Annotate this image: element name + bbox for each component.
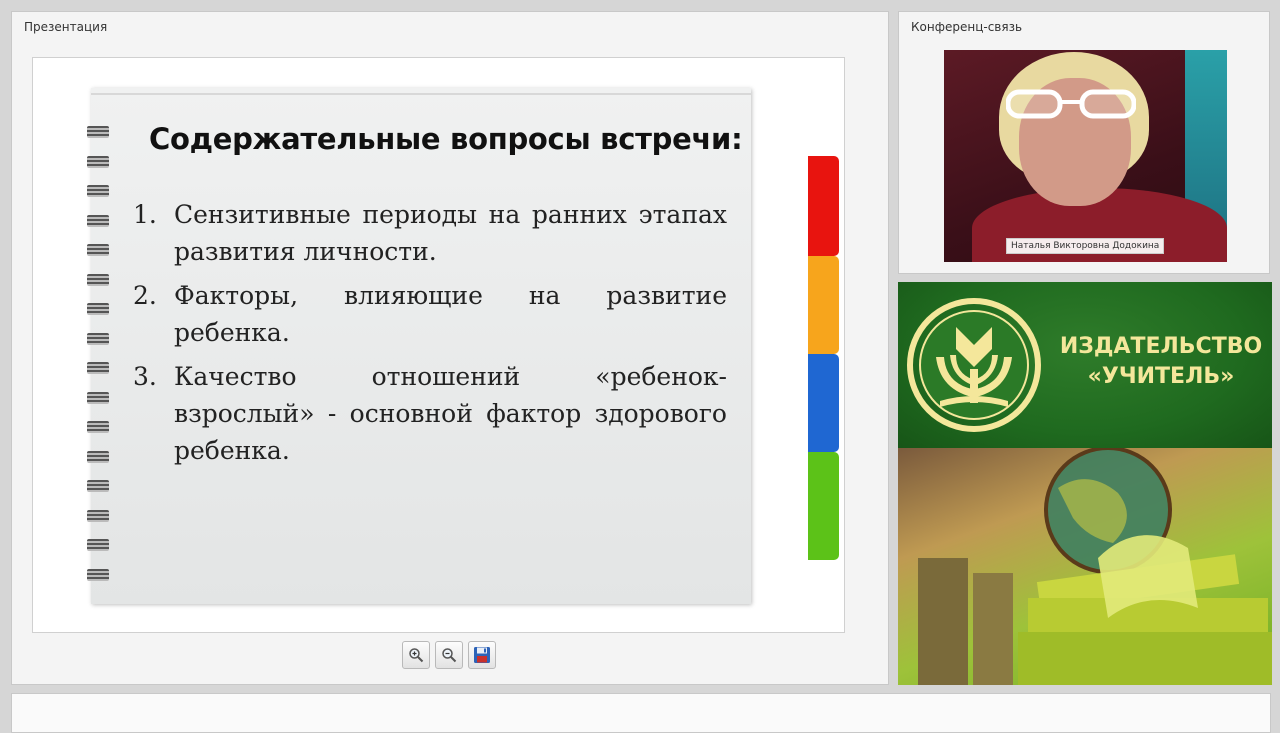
notebook-tab-orange — [808, 256, 839, 354]
publisher-photo — [898, 446, 1272, 685]
publisher-name: ИЗДАТЕЛЬСТВО «УЧИТЕЛЬ» — [1056, 332, 1266, 392]
spiral-ring — [87, 391, 109, 404]
list-number: 3. — [133, 362, 157, 391]
notebook-tab-red — [808, 156, 839, 256]
slide-title: Содержательные вопросы встречи: — [149, 122, 743, 156]
notebook-rings — [87, 126, 113, 596]
notebook-tab-green — [808, 452, 839, 560]
list-number: 2. — [133, 281, 157, 310]
spiral-ring — [87, 303, 109, 315]
presentation-panel-title: Презентация — [24, 20, 108, 34]
spiral-ring — [87, 450, 109, 463]
zoom-in-button[interactable] — [402, 641, 430, 669]
spiral-ring — [87, 214, 109, 227]
conference-panel-title: Конференц-связь — [911, 20, 1023, 34]
spiral-ring — [87, 421, 109, 433]
spiral-ring — [87, 126, 109, 138]
spiral-ring — [87, 568, 109, 581]
participant-name-label: Наталья Викторовна Додокина — [1006, 238, 1165, 254]
spiral-ring — [87, 185, 109, 197]
notebook-tab-blue — [808, 354, 839, 452]
publisher-header: ИЗДАТЕЛЬСТВО «УЧИТЕЛЬ» — [898, 282, 1272, 448]
presentation-panel: Презентация Содержательные вопросы встре… — [11, 11, 889, 685]
books-globe-illustration — [918, 446, 1272, 685]
spiral-ring — [87, 332, 109, 345]
list-item-text: Качество отношений «ребенок-взрослый» - … — [174, 362, 727, 465]
list-item-text: Факторы, влияющие на развитие ребенка. — [174, 281, 727, 347]
conference-panel: Конференц-связь Наталья Викторовна Додок… — [898, 11, 1270, 274]
floppy-disk-icon — [474, 647, 490, 663]
zoom-out-icon — [442, 648, 457, 663]
slide-list-item: 3. Качество отношений «ребенок-взрослый»… — [133, 358, 727, 469]
participant-video[interactable]: Наталья Викторовна Додокина — [944, 50, 1227, 262]
spiral-ring — [87, 244, 109, 256]
zoom-out-button[interactable] — [435, 641, 463, 669]
publisher-logo-icon — [907, 298, 1041, 432]
slide-notebook: Содержательные вопросы встречи: 1. Сензи… — [87, 88, 839, 604]
save-button[interactable] — [468, 641, 496, 669]
video-participant-glasses — [1006, 89, 1136, 119]
spiral-ring — [87, 155, 109, 168]
publisher-banner: ИЗДАТЕЛЬСТВО «УЧИТЕЛЬ» — [898, 282, 1272, 685]
spiral-ring — [87, 509, 109, 522]
bottom-panel — [11, 693, 1271, 733]
publisher-name-line-1: ИЗДАТЕЛЬСТВО — [1059, 334, 1263, 359]
slide-list: 1. Сензитивные периоды на ранних этапах … — [133, 196, 727, 476]
spiral-ring — [87, 273, 109, 286]
slide-list-item: 2. Факторы, влияющие на развитие ребенка… — [133, 277, 727, 351]
presentation-toolbar — [402, 641, 502, 671]
publisher-name-line-2: «УЧИТЕЛЬ» — [1087, 364, 1235, 389]
list-item-text: Сензитивные периоды на ранних этапах раз… — [174, 200, 727, 266]
spiral-ring — [87, 362, 109, 374]
slide-list-item: 1. Сензитивные периоды на ранних этапах … — [133, 196, 727, 270]
spiral-ring — [87, 480, 109, 492]
zoom-in-icon — [409, 648, 424, 663]
list-number: 1. — [133, 200, 157, 229]
slide-frame: Содержательные вопросы встречи: 1. Сензи… — [32, 57, 845, 633]
spiral-ring — [87, 539, 109, 551]
